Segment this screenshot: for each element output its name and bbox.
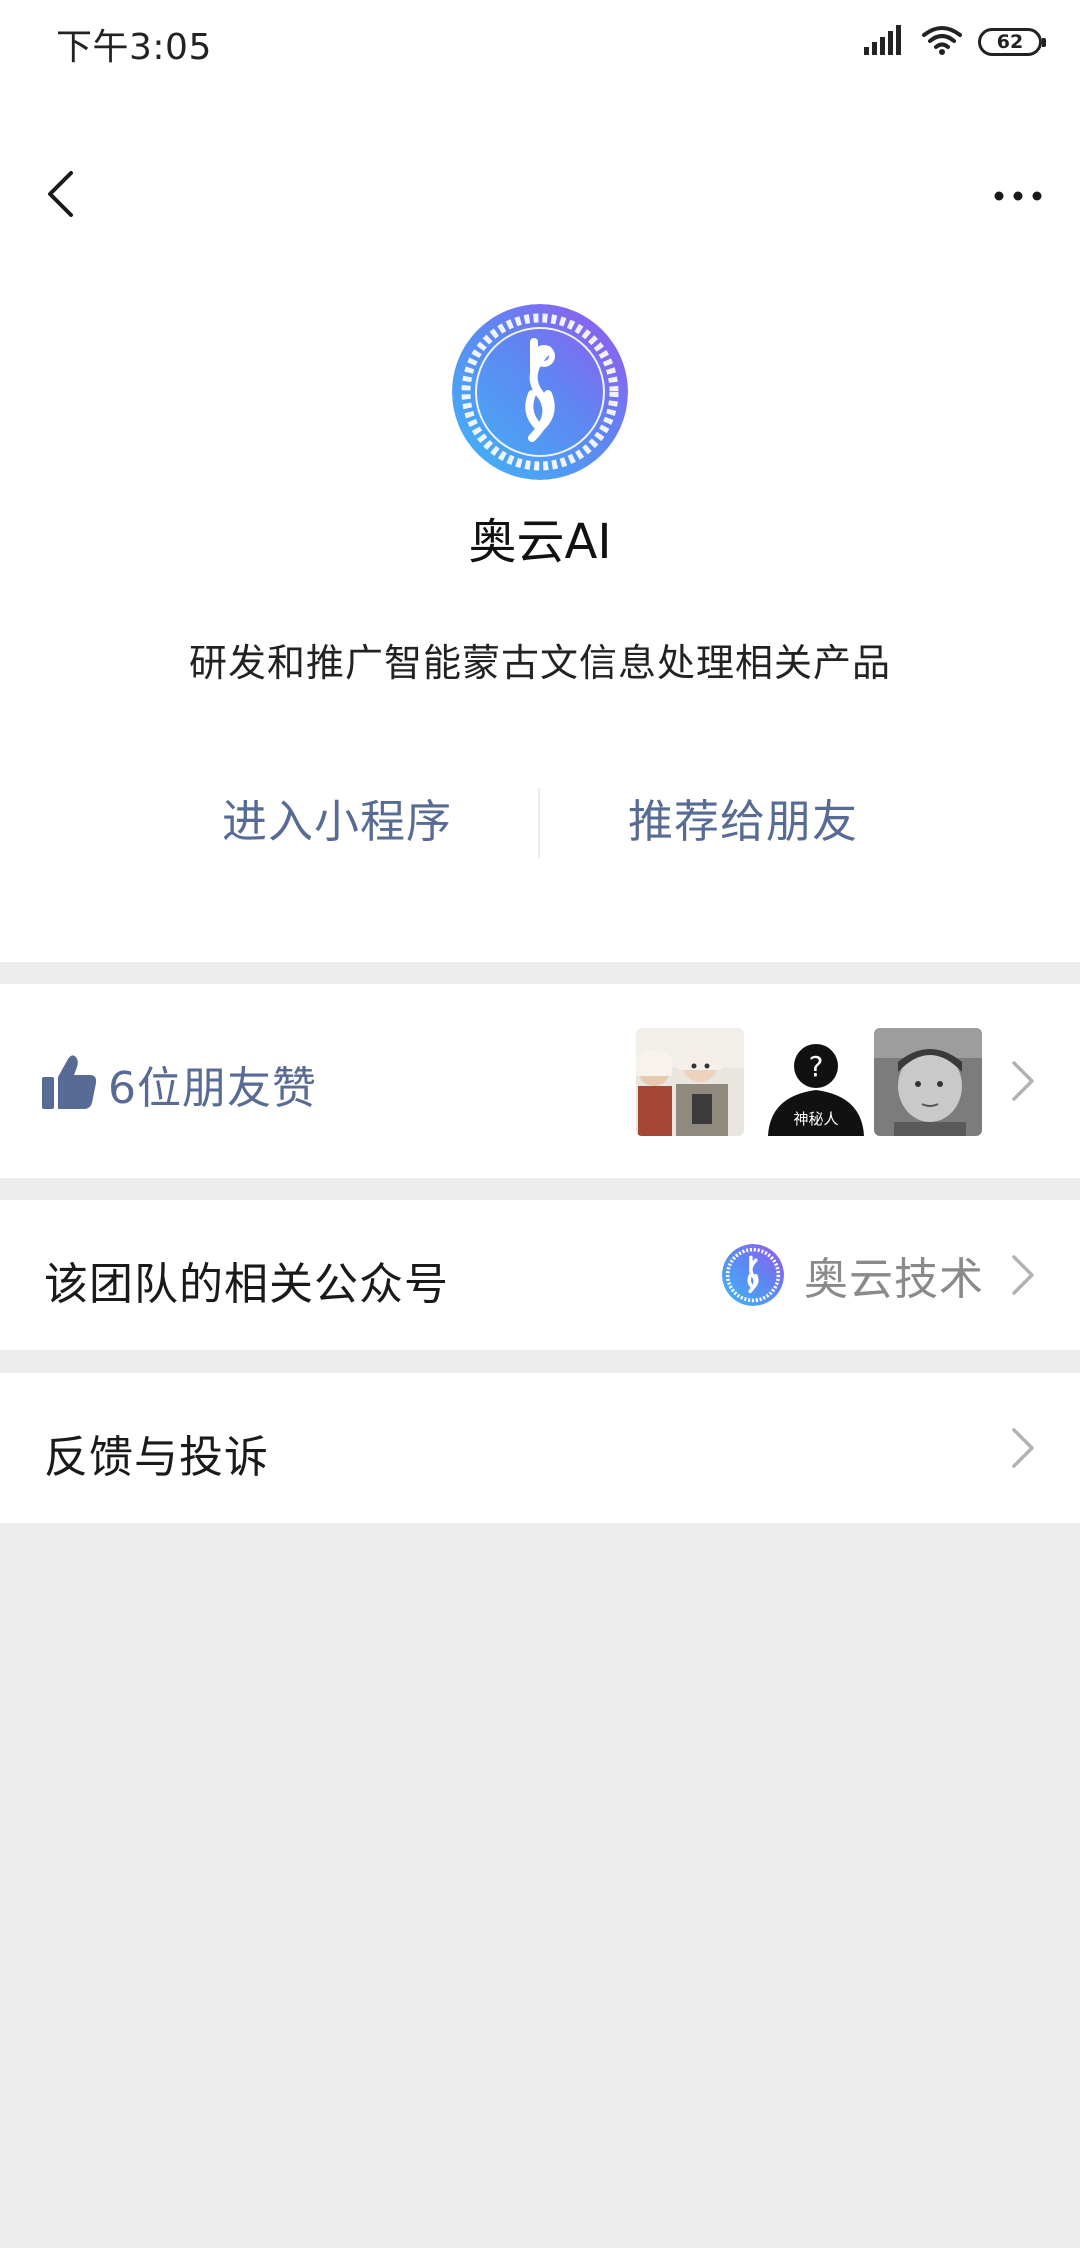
friend-avatar bbox=[874, 1028, 982, 1136]
mystery-caption: 神秘人 bbox=[793, 1110, 839, 1128]
nav-bar bbox=[0, 150, 1080, 246]
friend-avatar-mystery: ? 神秘人 bbox=[762, 1028, 870, 1136]
wifi-icon bbox=[922, 25, 962, 59]
account-logo bbox=[722, 1244, 784, 1306]
svg-text:?: ? bbox=[809, 1050, 824, 1083]
likes-summary: 6位朋友赞 bbox=[40, 1052, 317, 1116]
back-button[interactable] bbox=[28, 164, 92, 228]
likes-text: 6位朋友赞 bbox=[108, 1063, 317, 1114]
related-account-row[interactable]: 该团队的相关公众号 奥云技术 bbox=[0, 1200, 1080, 1350]
feedback-row[interactable]: 反馈与投诉 bbox=[0, 1373, 1080, 1523]
status-time: 下午3:05 bbox=[56, 27, 212, 68]
chevron-right-icon bbox=[1008, 1253, 1038, 1297]
app-description: 研发和推广智能蒙古文信息处理相关产品 bbox=[188, 641, 891, 685]
enter-miniprogram-button[interactable]: 进入小程序 bbox=[222, 786, 452, 858]
related-account: 奥云技术 bbox=[722, 1238, 984, 1312]
profile-header: 下午3:05 62 奥云AI 研发和推广智能蒙古文信息处理相关产品 进入小程序 … bbox=[0, 0, 1080, 962]
more-dots-icon bbox=[993, 187, 1043, 206]
more-button[interactable] bbox=[976, 164, 1060, 228]
friend-avatar bbox=[636, 1028, 744, 1136]
friends-likes-row[interactable]: 6位朋友赞 ? 神秘人 bbox=[0, 984, 1080, 1178]
related-account-label: 该团队的相关公众号 bbox=[44, 1259, 449, 1310]
feedback-label: 反馈与投诉 bbox=[44, 1432, 269, 1483]
app-logo bbox=[452, 304, 628, 480]
chevron-right-icon bbox=[1008, 1426, 1038, 1470]
status-icons: 62 bbox=[864, 22, 1046, 62]
signal-icon bbox=[864, 25, 906, 59]
chevron-left-icon bbox=[45, 170, 75, 222]
app-name: 奥云AI bbox=[468, 514, 612, 570]
thumbs-up-icon bbox=[40, 1053, 98, 1115]
action-divider bbox=[538, 788, 540, 858]
friend-avatars: ? 神秘人 bbox=[636, 1028, 986, 1138]
action-bar: 进入小程序 推荐给朋友 bbox=[0, 786, 1080, 858]
status-bar: 下午3:05 62 bbox=[0, 0, 1080, 84]
related-account-name: 奥云技术 bbox=[804, 1254, 984, 1305]
battery-indicator: 62 bbox=[978, 28, 1046, 56]
recommend-to-friends-button[interactable]: 推荐给朋友 bbox=[628, 786, 858, 858]
chevron-right-icon bbox=[1008, 1059, 1038, 1103]
